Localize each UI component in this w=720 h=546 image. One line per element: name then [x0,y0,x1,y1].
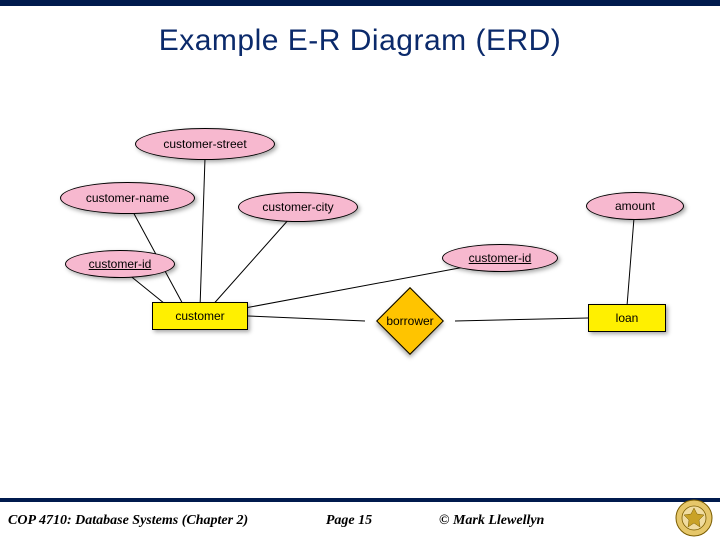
entity-loan: loan [588,304,666,332]
relationship-borrower: borrower [378,292,442,350]
attr-label: customer-city [262,200,333,214]
footer-course: COP 4710: Database Systems (Chapter 2) [0,513,289,529]
attr-amount: amount [586,192,684,220]
attr-label: amount [615,199,655,213]
slide-footer: COP 4710: Database Systems (Chapter 2) P… [0,498,720,540]
university-seal-icon [674,498,714,538]
attr-label: customer-name [86,191,169,205]
entity-label: customer [175,309,224,323]
relationship-label: borrower [386,314,433,328]
attr-label: customer-id [469,251,532,265]
footer-page: Page 15 [289,513,409,529]
attr-customer-name: customer-name [60,182,195,214]
entity-label: loan [616,311,639,325]
attr-customer-id-right: customer-id [442,244,558,272]
attr-customer-id-left: customer-id [65,250,175,278]
attr-customer-city: customer-city [238,192,358,222]
entity-customer: customer [152,302,248,330]
page-title: Example E-R Diagram (ERD) [0,24,720,58]
attr-label: customer-street [163,137,246,151]
attr-customer-street: customer-street [135,128,275,160]
attr-label: customer-id [89,257,152,271]
